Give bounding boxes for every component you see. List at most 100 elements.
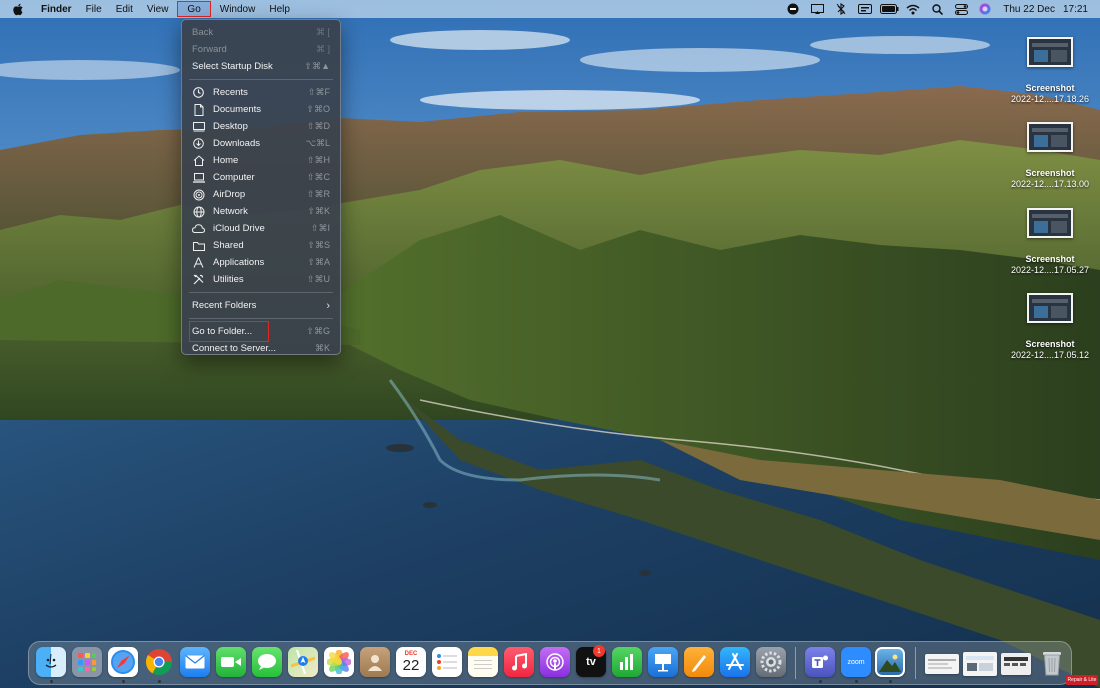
- menu-item-label: Utilities: [213, 274, 244, 285]
- search-icon[interactable]: [925, 0, 949, 18]
- download-icon: [192, 137, 205, 150]
- dock-app-keynote[interactable]: [648, 647, 678, 677]
- apple-menu-icon[interactable]: [13, 3, 27, 16]
- go-menu-item-applications[interactable]: Applications ⇧⌘A: [182, 254, 340, 271]
- notification-badge: 1: [593, 645, 605, 657]
- go-menu-item-go-to-folder[interactable]: Go to Folder... ⇧⌘G: [182, 321, 340, 342]
- menu-item-shortcut: ⇧⌘H: [306, 155, 330, 165]
- record-icon[interactable]: [781, 0, 805, 18]
- menu-bar: Finder File Edit View Go Window Help Thu…: [0, 0, 1100, 18]
- menu-item-shortcut: ⌘ [: [315, 27, 330, 37]
- go-menu-item-shared[interactable]: Shared ⇧⌘S: [182, 237, 340, 254]
- menu-view[interactable]: View: [140, 1, 176, 17]
- dock-app-mail[interactable]: [180, 647, 210, 677]
- go-menu-item-computer[interactable]: Computer ⇧⌘C: [182, 169, 340, 186]
- watermark-logo: Repair & Lite: [1066, 675, 1098, 685]
- dock-app-messages[interactable]: [252, 647, 282, 677]
- running-indicator: [122, 680, 125, 683]
- menu-item-label: Recent Folders: [192, 300, 257, 311]
- bluetooth-off-icon[interactable]: [829, 0, 853, 18]
- dock-app-safari[interactable]: [108, 647, 138, 677]
- go-menu-item-utilities[interactable]: Utilities ⇧⌘U: [182, 271, 340, 288]
- wifi-icon[interactable]: [901, 0, 925, 18]
- menu-item-shortcut: ⌥⌘L: [305, 138, 330, 148]
- go-menu-item-recents[interactable]: Recents ⇧⌘F: [182, 84, 340, 101]
- menu-go[interactable]: Go: [177, 1, 211, 17]
- clock-icon: [192, 86, 205, 99]
- menu-edit[interactable]: Edit: [109, 1, 140, 17]
- go-menu-item-documents[interactable]: Documents ⇧⌘O: [182, 101, 340, 118]
- dock-app-maps[interactable]: [288, 647, 318, 677]
- go-menu-item-airdrop[interactable]: AirDrop ⇧⌘R: [182, 186, 340, 203]
- dock-app-contacts[interactable]: [360, 647, 390, 677]
- dock-app-music[interactable]: [504, 647, 534, 677]
- file-name: Screenshot: [1025, 339, 1075, 349]
- menu-item-label: Go to Folder...: [192, 326, 253, 337]
- go-menu-item-forward[interactable]: Forward ⌘ ]: [182, 41, 340, 58]
- running-indicator: [819, 680, 822, 683]
- dock-app-launchpad[interactable]: [72, 647, 102, 677]
- go-menu-item-downloads[interactable]: Downloads ⌥⌘L: [182, 135, 340, 152]
- dock-app-calendar[interactable]: DEC 22: [396, 647, 426, 677]
- file-subtitle: 2022-12....17.05.12: [1010, 350, 1090, 360]
- dock-app-pages[interactable]: [684, 647, 714, 677]
- file-name: Screenshot: [1025, 254, 1075, 264]
- dock-app-photos[interactable]: [324, 647, 354, 677]
- dock-app-preview[interactable]: [875, 647, 905, 677]
- menu-item-label: Select Startup Disk: [192, 61, 273, 72]
- go-menu-item-home[interactable]: Home ⇧⌘H: [182, 152, 340, 169]
- go-menu-item-network[interactable]: Network ⇧⌘K: [182, 203, 340, 220]
- dock-app-notes[interactable]: [468, 647, 498, 677]
- menu-window[interactable]: Window: [213, 1, 263, 17]
- menu-clock[interactable]: Thu 22 Dec 17:21: [1003, 4, 1088, 15]
- dock-app-system-preferences[interactable]: [756, 647, 786, 677]
- dock-app-microsoft-teams[interactable]: [805, 647, 835, 677]
- go-menu-item-desktop[interactable]: Desktop ⇧⌘D: [182, 118, 340, 135]
- dock-separator: [795, 647, 796, 679]
- dock-app-facetime[interactable]: [216, 647, 246, 677]
- desktop-file-screenshot-1[interactable]: Screenshot 2022-12....17.18.26: [1005, 37, 1095, 105]
- dock-stack-screenshot-3[interactable]: [1001, 653, 1031, 675]
- control-center-icon[interactable]: [949, 0, 973, 18]
- menu-item-label: Forward: [192, 44, 227, 55]
- menu-item-shortcut: ⇧⌘G: [306, 326, 330, 336]
- menu-item-label: Documents: [213, 104, 262, 115]
- dock: DEC 22 tv 1 zoom: [28, 641, 1072, 685]
- menu-item-label: Computer: [213, 172, 255, 183]
- dock-app-app-store[interactable]: [720, 647, 750, 677]
- menu-help[interactable]: Help: [262, 1, 297, 17]
- go-menu-item-recent-folders[interactable]: Recent Folders ›: [182, 297, 340, 314]
- running-indicator: [889, 680, 892, 683]
- battery-icon[interactable]: [877, 0, 901, 18]
- screenshot-thumbnail: [1027, 37, 1073, 67]
- computer-icon: [192, 171, 205, 184]
- siri-icon[interactable]: [973, 0, 997, 18]
- dock-app-finder[interactable]: [36, 647, 66, 677]
- desktop-file-screenshot-3[interactable]: Screenshot 2022-12....17.05.27: [1005, 208, 1095, 276]
- menu-file[interactable]: File: [79, 1, 109, 17]
- go-menu-item-icloud-drive[interactable]: iCloud Drive ⇧⌘I: [182, 220, 340, 237]
- dock-app-reminders[interactable]: [432, 647, 462, 677]
- dock-app-numbers[interactable]: [612, 647, 642, 677]
- screen-mirror-icon[interactable]: [805, 0, 829, 18]
- menu-separator: [189, 79, 333, 80]
- network-icon: [192, 205, 205, 218]
- dock-stack-screenshot-1[interactable]: [925, 654, 959, 674]
- dock-app-podcasts[interactable]: [540, 647, 570, 677]
- go-menu-item-back[interactable]: Back ⌘ [: [182, 24, 340, 41]
- file-subtitle: 2022-12....17.13.00: [1010, 179, 1090, 189]
- dock-trash[interactable]: [1037, 647, 1067, 677]
- go-menu-item-connect-to-server[interactable]: Connect to Server... ⌘K: [182, 340, 340, 357]
- display-icon[interactable]: [853, 0, 877, 18]
- menu-item-label: Desktop: [213, 121, 248, 132]
- dock-app-chrome[interactable]: [144, 647, 174, 677]
- desktop-file-screenshot-2[interactable]: Screenshot 2022-12....17.13.00: [1005, 122, 1095, 190]
- go-menu-item-select-startup-disk[interactable]: Select Startup Disk ⇧⌘▲: [182, 58, 340, 75]
- menu-item-shortcut: ⌘ ]: [315, 44, 330, 54]
- dock-stack-screenshot-2[interactable]: [963, 652, 997, 676]
- menu-item-label: Downloads: [213, 138, 260, 149]
- app-menu-finder[interactable]: Finder: [41, 1, 79, 17]
- chevron-right-icon: ›: [326, 299, 330, 312]
- desktop-file-screenshot-4[interactable]: Screenshot 2022-12....17.05.12: [1005, 293, 1095, 361]
- dock-app-zoom[interactable]: zoom: [841, 647, 871, 677]
